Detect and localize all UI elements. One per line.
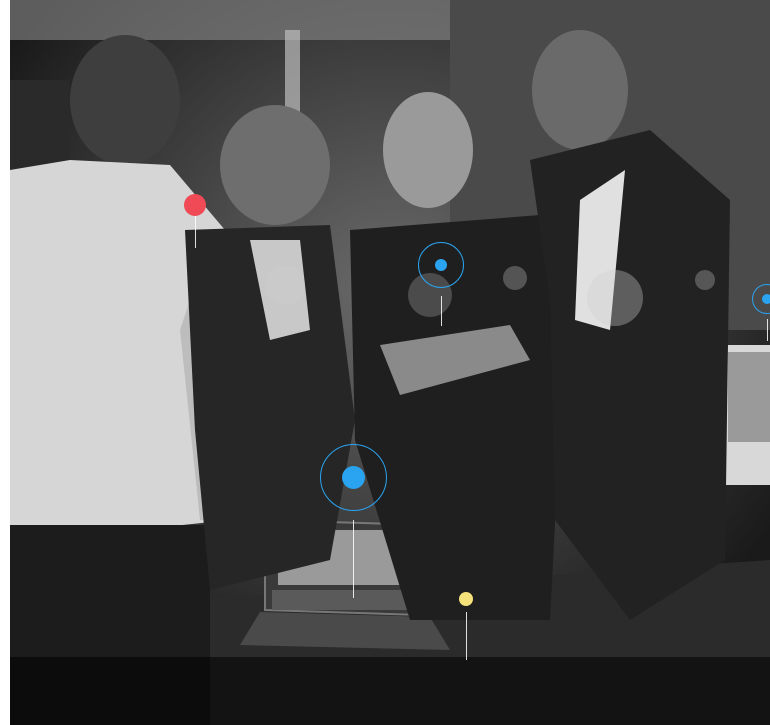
blue-marker-edge[interactable] [752,284,770,344]
red-marker-dot [184,194,206,216]
blue-marker-dot-edge [762,294,770,304]
marker-stem [195,216,196,248]
marker-stem [767,319,768,341]
photo-scene [10,0,770,725]
yellow-marker-dot [459,592,473,606]
blue-marker-large[interactable] [320,444,388,604]
marker-stem [353,520,354,598]
blue-marker-dot-tablet [435,259,447,271]
blue-marker-tablet[interactable] [418,242,466,332]
blue-marker-dot-large [342,466,365,489]
business-team-photo [10,0,770,725]
marker-stem [466,612,467,660]
red-marker[interactable] [184,194,208,254]
yellow-marker[interactable] [459,592,475,667]
marker-stem [441,296,442,326]
bottom-dark-band [10,657,770,725]
